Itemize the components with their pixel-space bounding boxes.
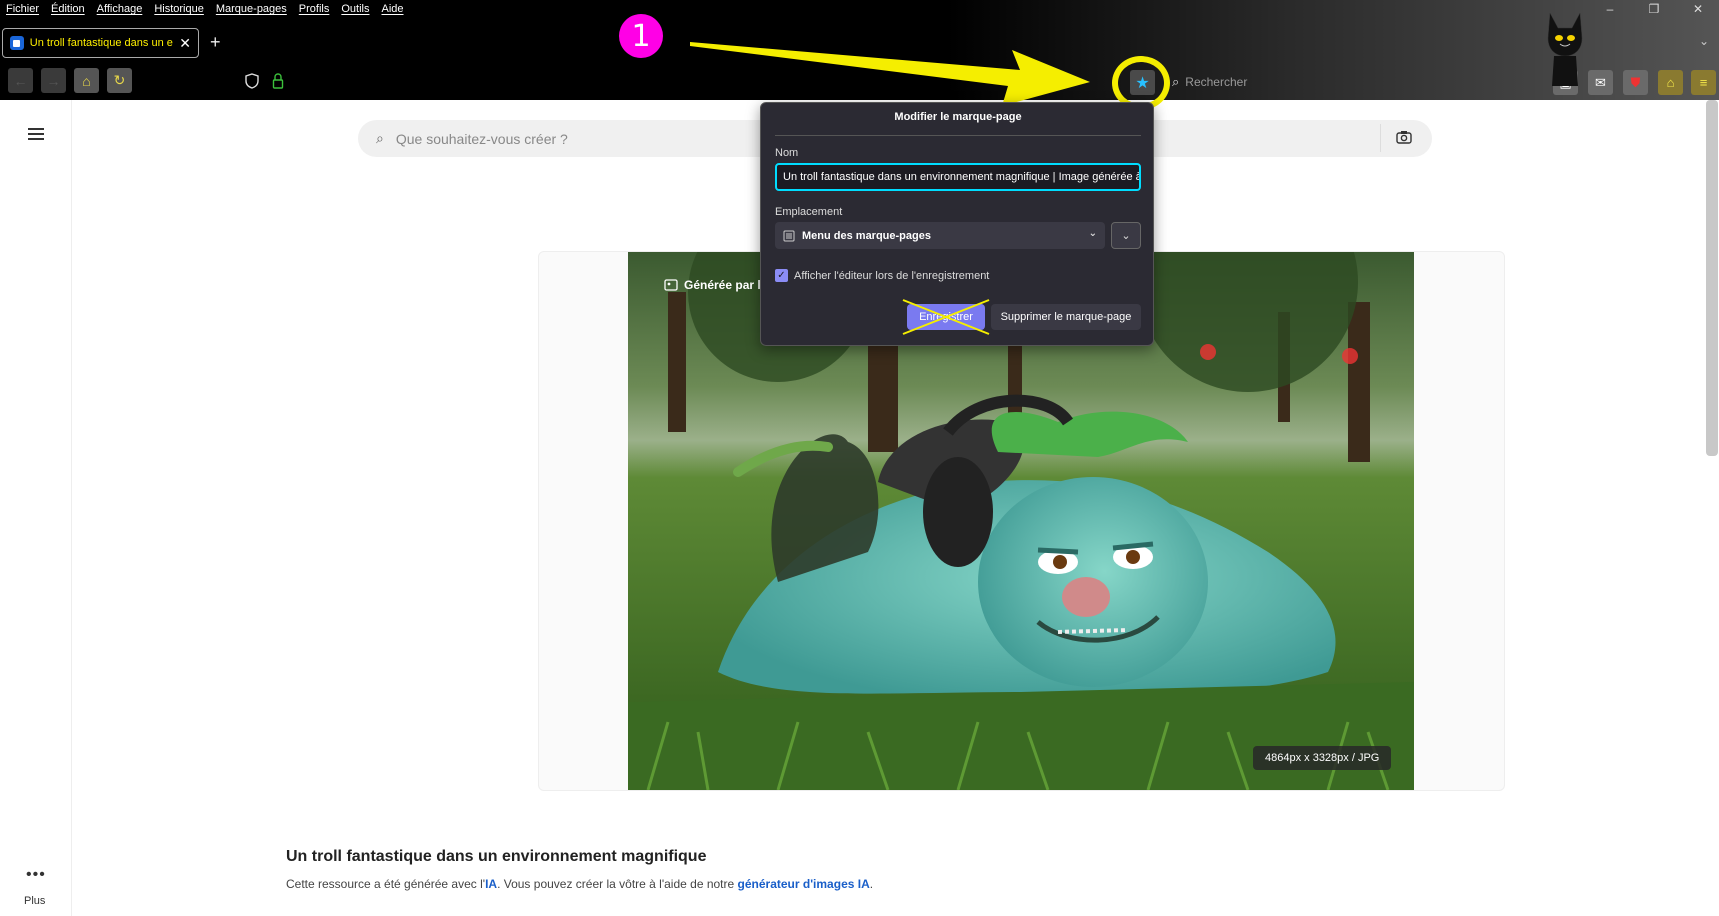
restore-icon[interactable]: ❐ — [1647, 2, 1661, 16]
toolbar-search-placeholder: Rechercher — [1185, 75, 1248, 89]
menu-affichage[interactable]: Affichage — [97, 3, 143, 15]
menu-fichier[interactable]: Fichier — [6, 3, 39, 15]
image-dimensions-badge: 4864px x 3328px / JPG — [1253, 746, 1392, 770]
name-label: Nom — [775, 147, 799, 159]
favicon-icon — [10, 36, 24, 50]
forward-button[interactable]: → — [41, 68, 66, 93]
page-description: Cette ressource a été générée avec l'IA.… — [286, 877, 874, 891]
menu-profils[interactable]: Profils — [299, 3, 330, 15]
search-divider — [1380, 124, 1381, 152]
menu-marque-pages[interactable]: Marque-pages — [216, 3, 287, 15]
more-dots-icon[interactable]: ••• — [26, 866, 46, 884]
annotation-arrow — [690, 42, 1090, 106]
camera-icon[interactable] — [1396, 130, 1412, 144]
generated-by-label: Générée par l — [664, 278, 761, 292]
menu-historique[interactable]: Historique — [154, 3, 204, 15]
generator-link[interactable]: générateur d'images IA — [738, 877, 870, 891]
annotation-cross — [902, 299, 990, 335]
toolbar-search[interactable]: ⌕ Rechercher — [1172, 70, 1552, 94]
location-select[interactable]: Menu des marque-pages ⌄ — [775, 222, 1105, 249]
search-icon: ⌕ — [376, 130, 384, 146]
remove-bookmark-button[interactable]: Supprimer le marque-page — [991, 304, 1141, 330]
nav-buttons: ← → ⌂ ↻ — [8, 68, 132, 93]
chevron-down-icon: ⌄ — [1088, 228, 1097, 239]
list-tabs-chevron-icon[interactable]: ⌄ — [1699, 34, 1709, 48]
generated-by-text: Générée par l — [684, 278, 761, 292]
extension-puzzle-icon[interactable]: ⌂ — [1658, 70, 1683, 95]
location-label: Emplacement — [775, 206, 843, 218]
bookmark-name-field[interactable]: Un troll fantastique dans un environneme… — [775, 163, 1141, 191]
search-icon: ⌕ — [1172, 74, 1180, 89]
page-title: Un troll fantastique dans un environneme… — [286, 848, 707, 865]
cat-mascot-icon — [1547, 12, 1583, 86]
expand-folders-button[interactable]: ⌄ — [1111, 222, 1141, 249]
hamburger-menu-icon[interactable] — [28, 128, 44, 140]
ai-image-icon — [664, 279, 678, 291]
show-editor-option[interactable]: ✓ Afficher l'éditeur lors de l'enregistr… — [775, 269, 989, 282]
extension-mail-icon[interactable]: ✉ — [1588, 70, 1613, 95]
menubar: Fichier Édition Affichage Historique Mar… — [0, 0, 404, 18]
annotation-step-badge: 1 — [619, 14, 663, 58]
bookmarks-menu-icon — [783, 230, 795, 241]
home-button[interactable]: ⌂ — [74, 68, 99, 93]
minimize-icon[interactable]: – — [1603, 2, 1617, 16]
window-controls: – ❐ ✕ — [1603, 2, 1705, 16]
page-search-placeholder: Que souhaitez-vous créer ? — [395, 130, 568, 147]
checkbox-checked-icon[interactable]: ✓ — [775, 269, 788, 282]
tab-title: Un troll fantastique dans un environneme… — [29, 37, 174, 49]
lock-icon[interactable] — [272, 73, 284, 89]
tab-close-icon[interactable]: ✕ — [179, 35, 191, 52]
extension-ublock-icon[interactable]: ⛊ — [1623, 70, 1648, 95]
menu-outils[interactable]: Outils — [341, 3, 369, 15]
tab-active[interactable]: Un troll fantastique dans un environneme… — [2, 28, 199, 58]
new-tab-button[interactable]: + — [210, 32, 221, 53]
app-menu-icon[interactable]: ≡ — [1691, 70, 1716, 95]
menu-aide[interactable]: Aide — [381, 3, 403, 15]
location-value: Menu des marque-pages — [802, 229, 931, 242]
show-editor-label: Afficher l'éditeur lors de l'enregistrem… — [794, 269, 990, 282]
back-button[interactable]: ← — [8, 68, 33, 93]
site-sidebar — [0, 100, 72, 916]
page-scrollbar[interactable] — [1706, 100, 1718, 456]
close-window-icon[interactable]: ✕ — [1691, 2, 1705, 16]
tracking-shield-icon[interactable] — [245, 73, 259, 89]
screen: Fichier Édition Affichage Historique Mar… — [0, 0, 1719, 916]
reload-button[interactable]: ↻ — [107, 68, 132, 93]
menu-edition[interactable]: Édition — [51, 3, 85, 15]
popup-title: Modifier le marque-page — [894, 111, 1022, 123]
bookmark-edit-popup: Modifier le marque-page Nom Un troll fan… — [760, 102, 1154, 346]
popup-divider — [775, 135, 1141, 136]
ia-link[interactable]: IA — [485, 877, 497, 891]
more-label[interactable]: Plus — [24, 895, 45, 907]
